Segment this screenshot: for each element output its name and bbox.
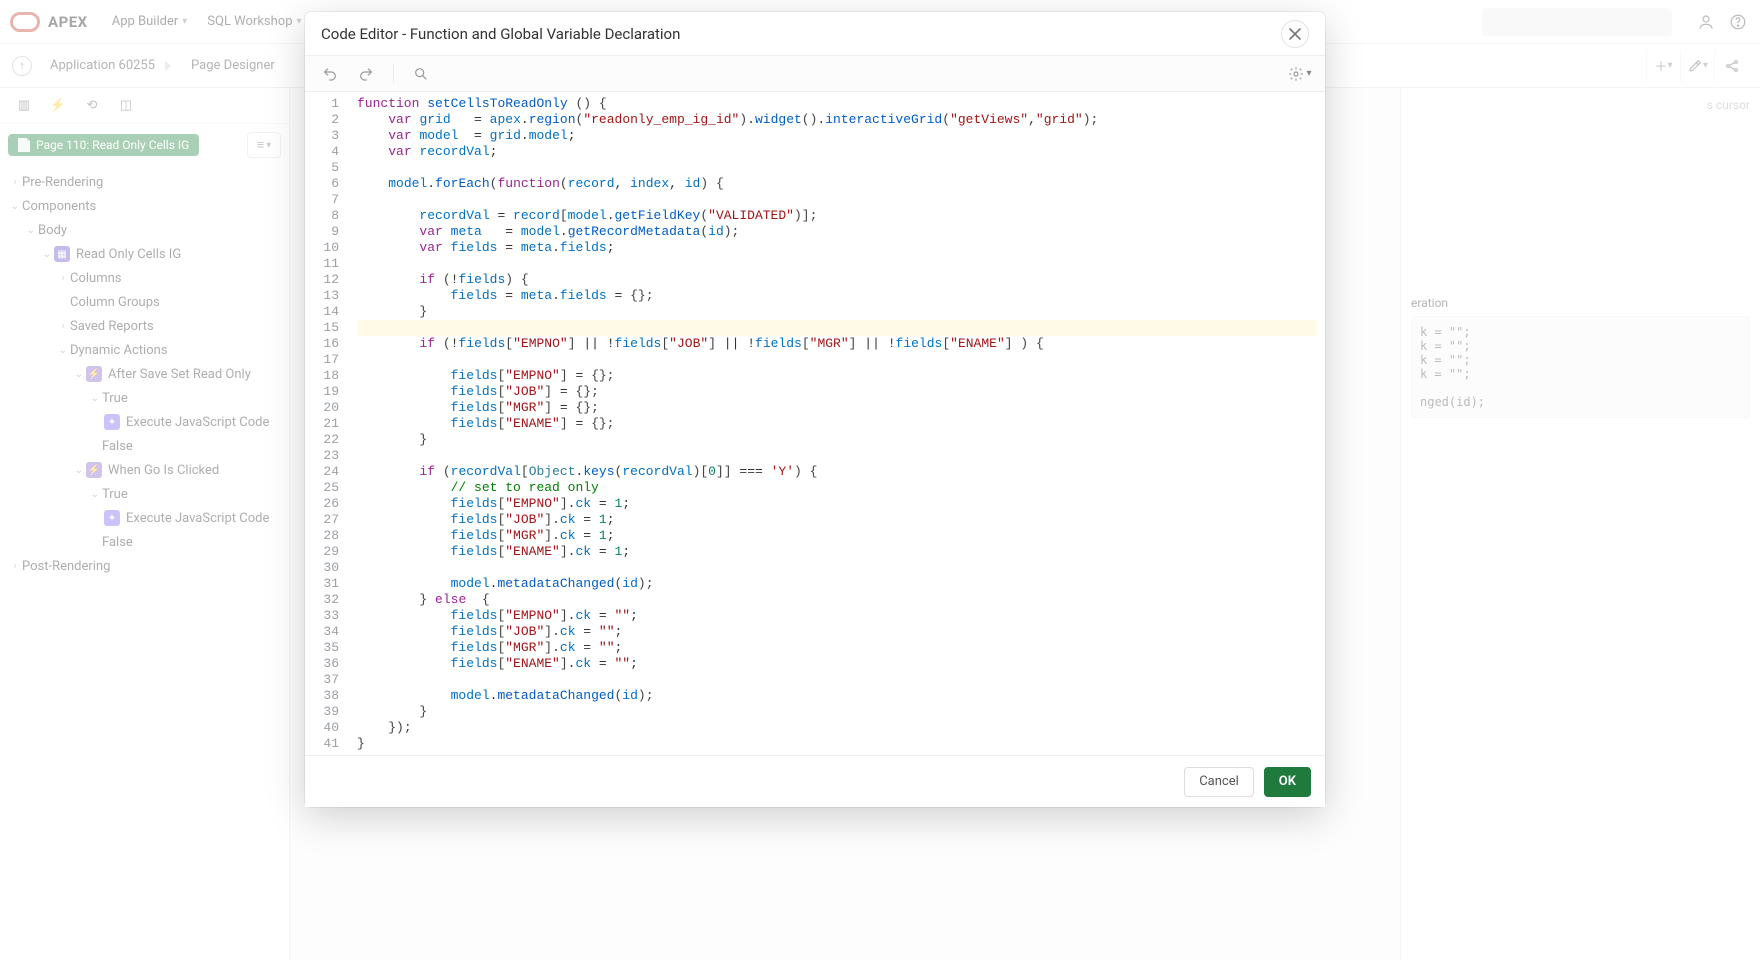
cancel-button[interactable]: Cancel <box>1184 767 1254 797</box>
redo-button[interactable] <box>351 60 381 88</box>
ok-button[interactable]: OK <box>1264 767 1311 797</box>
editor-toolbar: ▾ <box>305 56 1325 92</box>
close-button[interactable] <box>1281 20 1309 48</box>
search-icon <box>413 66 429 82</box>
gear-icon <box>1288 66 1304 82</box>
find-button[interactable] <box>406 60 436 88</box>
modal-title: Code Editor - Function and Global Variab… <box>321 25 680 43</box>
undo-icon <box>322 66 338 82</box>
code-editor-modal: Code Editor - Function and Global Variab… <box>305 12 1325 807</box>
redo-icon <box>358 66 374 82</box>
line-gutter: 1234567891011121314151617181920212223242… <box>305 92 349 755</box>
close-icon <box>1289 28 1301 40</box>
code-area[interactable]: function setCellsToReadOnly () { var gri… <box>349 92 1325 755</box>
modal-footer: Cancel OK <box>305 755 1325 807</box>
undo-button[interactable] <box>315 60 345 88</box>
settings-button[interactable]: ▾ <box>1285 60 1315 88</box>
code-editor[interactable]: 1234567891011121314151617181920212223242… <box>305 92 1325 755</box>
modal-header: Code Editor - Function and Global Variab… <box>305 12 1325 56</box>
